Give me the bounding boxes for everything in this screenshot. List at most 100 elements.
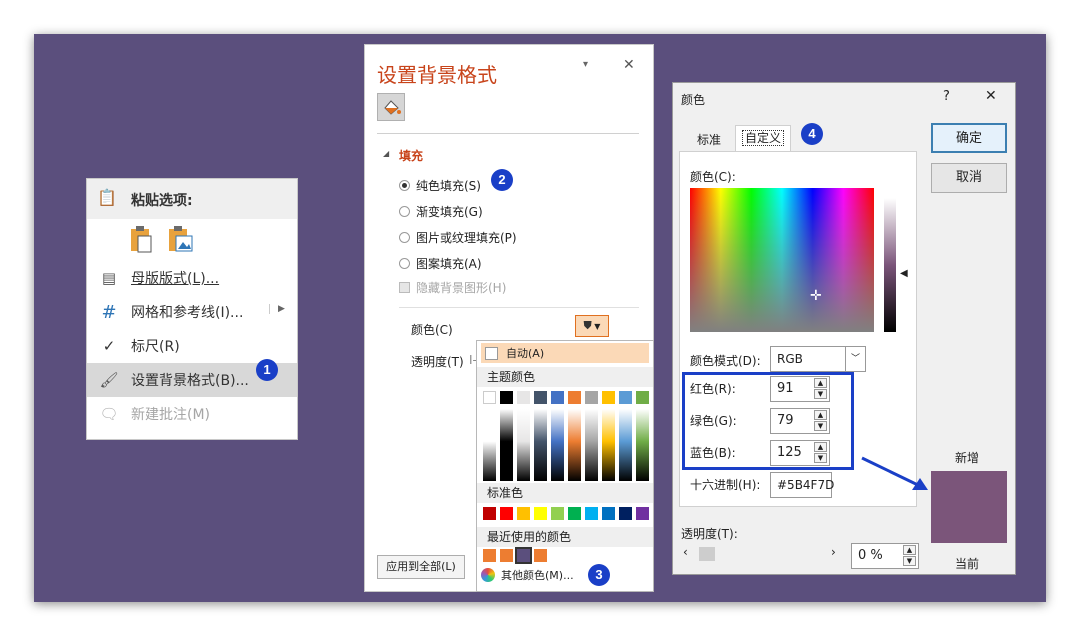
theme-shade-column[interactable] (517, 409, 530, 481)
theme-shade-column[interactable] (619, 409, 632, 481)
color-swatch[interactable] (551, 391, 564, 404)
spin-up-icon[interactable]: ▲ (814, 442, 827, 452)
color-swatch[interactable] (515, 547, 532, 564)
spin-up-icon[interactable]: ▲ (814, 410, 827, 420)
ok-button[interactable]: 确定 (931, 123, 1007, 153)
color-swatch[interactable] (534, 391, 547, 404)
close-button[interactable]: ✕ (985, 88, 997, 104)
tab-custom[interactable]: 自定义 (735, 125, 791, 152)
comment-icon: 🗨 (99, 405, 119, 423)
apply-all-label: 应用到全部(L) (386, 560, 456, 573)
menu-item-ruler[interactable]: ✓ 标尺(R) (87, 329, 297, 363)
color-swatch[interactable] (500, 549, 513, 562)
color-spectrum[interactable]: ✛ (690, 188, 874, 332)
spin-down-icon[interactable]: ▼ (814, 389, 827, 399)
color-swatch[interactable] (602, 507, 615, 520)
scroll-right-icon[interactable]: › (831, 545, 836, 559)
slider-thumb[interactable] (699, 547, 715, 561)
menu-item-label: 母版版式(L)... (131, 271, 220, 287)
step-badge-3: 3 (588, 564, 610, 586)
spin-up-icon[interactable]: ▲ (814, 378, 827, 388)
scroll-left-icon[interactable]: ‹ (683, 545, 688, 559)
option-label: 纯色填充(S) (416, 178, 481, 193)
color-swatch[interactable] (568, 507, 581, 520)
color-swatch[interactable] (636, 507, 649, 520)
radio-gradient[interactable] (399, 205, 410, 217)
color-swatch[interactable] (585, 507, 598, 520)
green-input[interactable]: 79 ▲ ▼ (770, 408, 830, 434)
pattern-fill-option[interactable]: 图案填充(A) (399, 253, 482, 273)
paste-picture-button[interactable] (167, 225, 195, 253)
color-swatch[interactable] (517, 391, 530, 404)
color-swatch[interactable] (568, 391, 581, 404)
close-icon[interactable]: ✕ (623, 57, 635, 73)
color-swatch[interactable] (619, 391, 632, 404)
radio-pattern[interactable] (399, 257, 410, 269)
spin-down-icon[interactable]: ▼ (814, 421, 827, 431)
picture-fill-option[interactable]: 图片或纹理填充(P) (399, 227, 517, 247)
color-swatch[interactable] (500, 391, 513, 404)
layout-icon: ▤ (101, 269, 117, 287)
collapse-icon[interactable]: ◢ (383, 149, 389, 158)
color-swatch[interactable] (483, 391, 496, 404)
color-swatch[interactable] (534, 549, 547, 562)
tab-standard[interactable]: 标准 (697, 131, 721, 148)
blue-label: 蓝色(B): (690, 446, 736, 460)
cancel-button[interactable]: 取消 (931, 163, 1007, 193)
color-swatch[interactable] (636, 391, 649, 404)
apply-all-button[interactable]: 应用到全部(L) (377, 555, 465, 579)
luminance-pointer-icon[interactable]: ◀ (900, 268, 908, 279)
radio-picture[interactable] (399, 231, 410, 243)
color-swatch[interactable] (534, 507, 547, 520)
current-color-label: 当前 (955, 557, 980, 571)
color-swatch[interactable] (517, 507, 530, 520)
color-swatch[interactable] (619, 507, 632, 520)
hex-input[interactable]: #5B4F7D (770, 472, 834, 498)
menu-item-master-layout[interactable]: ▤ 母版版式(L)... (87, 261, 297, 295)
theme-shade-column[interactable] (551, 409, 564, 481)
color-swatch[interactable] (483, 549, 496, 562)
color-swatch[interactable] (551, 507, 564, 520)
transparency-input[interactable]: 0 % ▲ ▼ (851, 543, 919, 569)
fill-tab-button[interactable] (377, 93, 405, 121)
spin-down-icon[interactable]: ▼ (903, 556, 916, 566)
step-badge-4: 4 (801, 123, 823, 145)
radio-solid[interactable] (399, 179, 410, 191)
more-colors-item[interactable]: 其他颜色(M)... (481, 567, 574, 583)
theme-shade-column[interactable] (636, 409, 649, 481)
paste-keep-format-button[interactable] (129, 225, 153, 253)
pane-menu-icon[interactable]: ▾ (583, 59, 588, 70)
theme-shade-column[interactable] (500, 409, 513, 481)
solid-fill-option[interactable]: 纯色填充(S) (399, 175, 481, 195)
auto-color-item[interactable]: 自动(A) (481, 343, 649, 363)
more-colors-label: 其他颜色(M)... (501, 569, 574, 582)
theme-shade-column[interactable] (568, 409, 581, 481)
red-input[interactable]: 91 ▲ ▼ (770, 376, 830, 402)
blue-input[interactable]: 125 ▲ ▼ (770, 440, 830, 466)
color-dialog: 颜色 ? ✕ 标准 自定义 4 颜色(C): ✛ ◀ 颜色模式(D): RGB … (672, 82, 1016, 575)
help-button[interactable]: ? (943, 89, 950, 104)
theme-shade-column[interactable] (534, 409, 547, 481)
theme-shade-column[interactable] (602, 409, 615, 481)
chevron-down-icon: ﹀ (845, 347, 865, 371)
spin-down-icon[interactable]: ▼ (814, 453, 827, 463)
fill-color-button[interactable]: ⛊ ▼ (575, 315, 609, 337)
spin-up-icon[interactable]: ▲ (903, 545, 916, 555)
menu-item-grid-guides[interactable]: # 网格和参考线(I)... ▶ (87, 295, 297, 329)
color-swatch[interactable] (483, 507, 496, 520)
tab-label: 自定义 (741, 130, 784, 146)
color-swatch[interactable] (500, 507, 513, 520)
color-swatch[interactable] (602, 391, 615, 404)
color-swatch[interactable] (585, 391, 598, 404)
luminance-bar[interactable] (884, 198, 896, 332)
pane-title: 设置背景格式 (377, 63, 497, 87)
tab-label: 标准 (697, 133, 722, 147)
new-color-swatch (931, 471, 1007, 543)
color-mode-select[interactable]: RGB ﹀ (770, 346, 866, 372)
transparency-slider[interactable]: ‹ › (679, 545, 843, 563)
menu-item-label: 新建批注(M) (131, 407, 211, 423)
theme-shade-column[interactable] (483, 409, 496, 481)
theme-shade-column[interactable] (585, 409, 598, 481)
gradient-fill-option[interactable]: 渐变填充(G) (399, 201, 483, 221)
transparency-value: 0 % (858, 548, 883, 563)
